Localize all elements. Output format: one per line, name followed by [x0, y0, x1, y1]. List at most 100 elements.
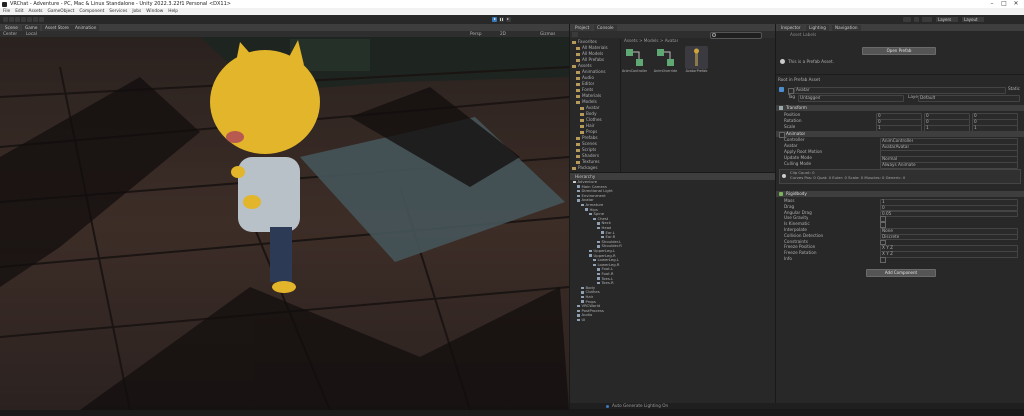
menu-item-services[interactable]: Services [109, 9, 127, 14]
root-section-label: Root in Prefab Asset [778, 77, 821, 82]
folder-icon [576, 148, 580, 152]
open-prefab-button[interactable]: Open Prefab [862, 47, 936, 55]
rigidbody-row-checkbox[interactable] [880, 222, 886, 228]
cube-icon [589, 249, 592, 253]
hierarchy-item-label: Shoulder.R [601, 244, 622, 249]
add-component-button[interactable]: Add Component [866, 269, 936, 277]
asset-item[interactable]: AnimOverride [653, 45, 678, 73]
menu-item-window[interactable]: Window [146, 9, 163, 14]
custom-tool-button[interactable] [39, 17, 44, 22]
hierarchy-item-label: Main Camera [581, 184, 607, 189]
hierarchy-item-label: PostProcess [581, 308, 604, 313]
layout-dropdown[interactable]: Layout [962, 17, 984, 22]
hierarchy-item-label: Head [601, 226, 612, 230]
rigidbody-row-field[interactable]: X Y Z [880, 251, 1018, 258]
collab-button[interactable] [903, 17, 911, 22]
step-button[interactable] [506, 17, 511, 22]
animator-row-value: Always Animate [882, 162, 916, 167]
transform-row-label: Scale [784, 124, 796, 129]
add-asset-button[interactable] [572, 32, 578, 37]
animator-rows: Controller AnimController Avatar AvatarAvat… [776, 137, 1024, 169]
hierarchy-item[interactable]: Toes.R [597, 281, 614, 286]
layers-label: Layers [938, 17, 952, 22]
scene-viewport[interactable] [0, 37, 569, 410]
cube-icon [597, 268, 600, 271]
transform-header[interactable]: Transform [776, 105, 1024, 111]
cloud-button[interactable] [914, 17, 919, 22]
folder-icon [576, 46, 580, 50]
pause-button[interactable] [499, 17, 504, 22]
animator-row-field[interactable]: Always Animate [880, 162, 1018, 169]
rigidbody-header[interactable]: Rigidbody [776, 191, 1024, 197]
cube-icon [577, 314, 580, 317]
cube-icon [577, 304, 580, 308]
info-icon [606, 404, 609, 408]
menu-item-file[interactable]: File [3, 9, 10, 14]
hand-tool-button[interactable] [3, 17, 8, 22]
minimize-button[interactable]: – [986, 0, 998, 8]
hierarchy-item-label: UpperLeg.L [593, 249, 616, 253]
folder-icon [576, 142, 580, 146]
rigidbody-row-field[interactable]: Discrete [880, 233, 1018, 241]
folder-icon [576, 82, 580, 86]
menu-item-component[interactable]: Component [79, 9, 104, 14]
active-checkbox[interactable] [788, 88, 794, 94]
folder-icon [576, 88, 580, 92]
project-tree-label: Clothes [586, 117, 602, 122]
cube-icon [601, 235, 604, 239]
menu-item-gameobject[interactable]: GameObject [48, 9, 75, 14]
account-button[interactable] [922, 17, 932, 22]
project-tree-label: Models [582, 99, 597, 104]
animator-info-box: Clip Count: 0 Curves Pos: 0 Quat: 0 Eule… [779, 169, 1021, 184]
transform-rows: Position 0 0 0 Rotation 0 0 0 Scale 1 1 1 [776, 112, 1024, 132]
rigidbody-row-checkbox[interactable] [880, 216, 886, 222]
asset-thumbnail-icon [623, 46, 646, 69]
project-tree-item[interactable]: Packages [572, 165, 598, 171]
tag-dropdown[interactable]: Untagged [798, 95, 904, 102]
rigidbody-row-checkbox[interactable] [880, 239, 886, 246]
layer-dropdown[interactable]: Default [918, 95, 1020, 102]
menu-item-help[interactable]: Help [168, 9, 178, 14]
play-button[interactable] [492, 17, 497, 22]
rect-tool-button[interactable] [27, 17, 32, 22]
menu-item-assets[interactable]: Assets [29, 9, 43, 14]
folder-icon [576, 70, 580, 74]
cube-icon [593, 263, 596, 267]
tab-lighting[interactable]: Lighting [806, 25, 829, 31]
status-bar: Auto Generate Lighting On [570, 403, 1024, 409]
hierarchy-item-label: Avatar [581, 198, 594, 203]
hierarchy-item-label: Hair [585, 295, 594, 299]
folder-icon [576, 52, 580, 56]
project-tree-label: Textures [582, 159, 600, 164]
project-tree-label: Avatar [586, 105, 600, 110]
move-tool-button[interactable] [9, 17, 14, 22]
hierarchy-item[interactable]: UI [577, 318, 585, 323]
asset-item[interactable]: AvatarPrefab [684, 45, 709, 73]
close-button[interactable]: ✕ [1010, 0, 1022, 8]
folder-icon [580, 118, 584, 122]
project-tab-bar: Project Console [570, 24, 775, 31]
rigidbody-row-field[interactable]: 0.05 [880, 210, 1018, 218]
rigidbody-row-checkbox[interactable] [880, 257, 886, 263]
project-search-input[interactable] [710, 32, 762, 39]
cube-icon [585, 208, 588, 211]
tab-navigation[interactable]: Navigation [832, 25, 861, 31]
maximize-button[interactable]: □ [998, 0, 1010, 8]
transform-tool-button[interactable] [33, 17, 38, 22]
object-name-field[interactable]: Avatar [794, 87, 1006, 94]
static-label: Static [1008, 86, 1020, 91]
layers-dropdown[interactable]: Layers [936, 17, 958, 22]
cube-icon [593, 217, 596, 221]
window-titlebar: VRChat - Adventure - PC, Mac & Linux Sta… [0, 0, 1024, 8]
rotate-tool-button[interactable] [15, 17, 20, 22]
cube-icon [597, 245, 600, 248]
menu-item-jobs[interactable]: Jobs [132, 9, 141, 14]
project-tree-label: Body [586, 111, 597, 116]
project-tree-label: All Prefabs [582, 57, 605, 62]
menu-item-edit[interactable]: Edit [15, 9, 23, 14]
asset-item[interactable]: AnimController [622, 45, 647, 73]
tag-label: Tag [788, 94, 796, 99]
hierarchy-item-label: Toes.R [601, 281, 614, 286]
scale-tool-button[interactable] [21, 17, 26, 22]
tab-inspector[interactable]: Inspector [778, 25, 804, 31]
